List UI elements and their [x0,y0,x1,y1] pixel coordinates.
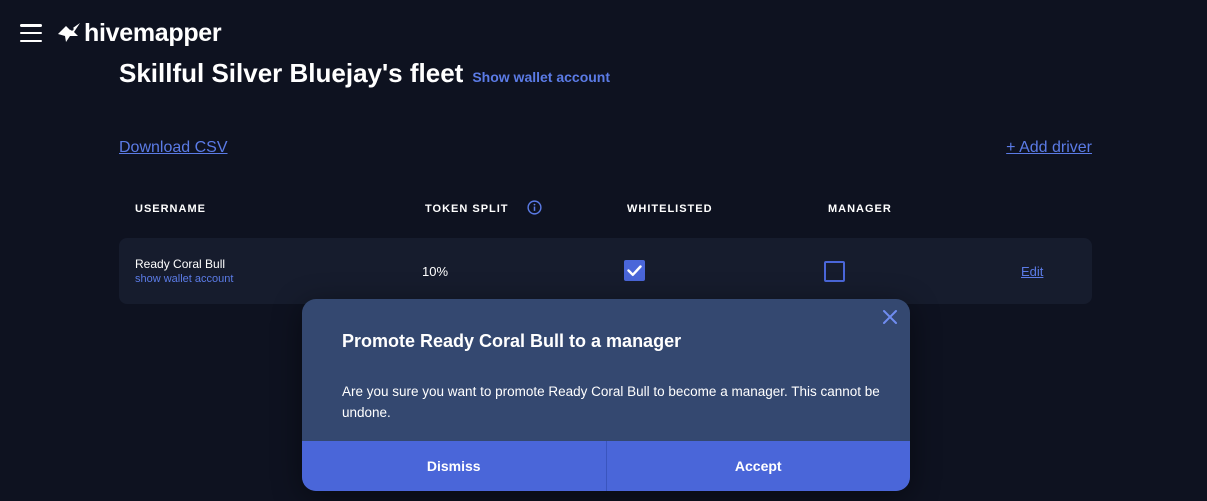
modal-body: Are you sure you want to promote Ready C… [342,384,880,420]
edit-link[interactable]: Edit [1021,264,1043,279]
show-wallet-account-link[interactable]: Show wallet account [472,69,610,85]
manager-checkbox[interactable] [824,261,845,282]
dismiss-button[interactable]: Dismiss [302,441,606,491]
whitelisted-checkbox[interactable] [624,260,645,281]
brand-logo[interactable]: hivemapper [56,18,222,48]
column-header-whitelisted: WHITELISTED [627,203,713,215]
page-title: Skillful Silver Bluejay's fleet [119,58,464,88]
brand-name: hivemapper [84,18,222,47]
accept-button[interactable]: Accept [605,441,910,491]
column-header-manager: MANAGER [828,203,892,215]
column-header-username: USERNAME [135,203,206,215]
close-icon[interactable] [882,309,898,325]
add-driver-link[interactable]: + Add driver [1006,139,1092,157]
top-bar: hivemapper [20,16,222,50]
username-cell: Ready Coral Bull show wallet account [135,257,233,285]
page-header: Skillful Silver Bluejay's fleet Show wal… [119,58,610,89]
driver-username: Ready Coral Bull [135,257,226,271]
modal-actions: Dismiss Accept [302,441,910,491]
hivemapper-bee-icon [58,23,80,42]
row-show-wallet-account-link[interactable]: show wallet account [135,273,233,285]
promote-manager-modal: Promote Ready Coral Bull to a manager Ar… [302,299,910,491]
token-split-value: 10% [422,264,449,279]
checkmark-icon [627,265,642,276]
modal-title: Promote Ready Coral Bull to a manager [342,331,682,351]
info-circle-icon[interactable] [527,200,542,215]
download-csv-link[interactable]: Download CSV [119,139,228,157]
hamburger-menu-icon[interactable] [20,24,42,42]
column-header-token-split: TOKEN SPLIT [425,203,509,215]
table-row: Ready Coral Bull show wallet account 10%… [119,238,1092,304]
